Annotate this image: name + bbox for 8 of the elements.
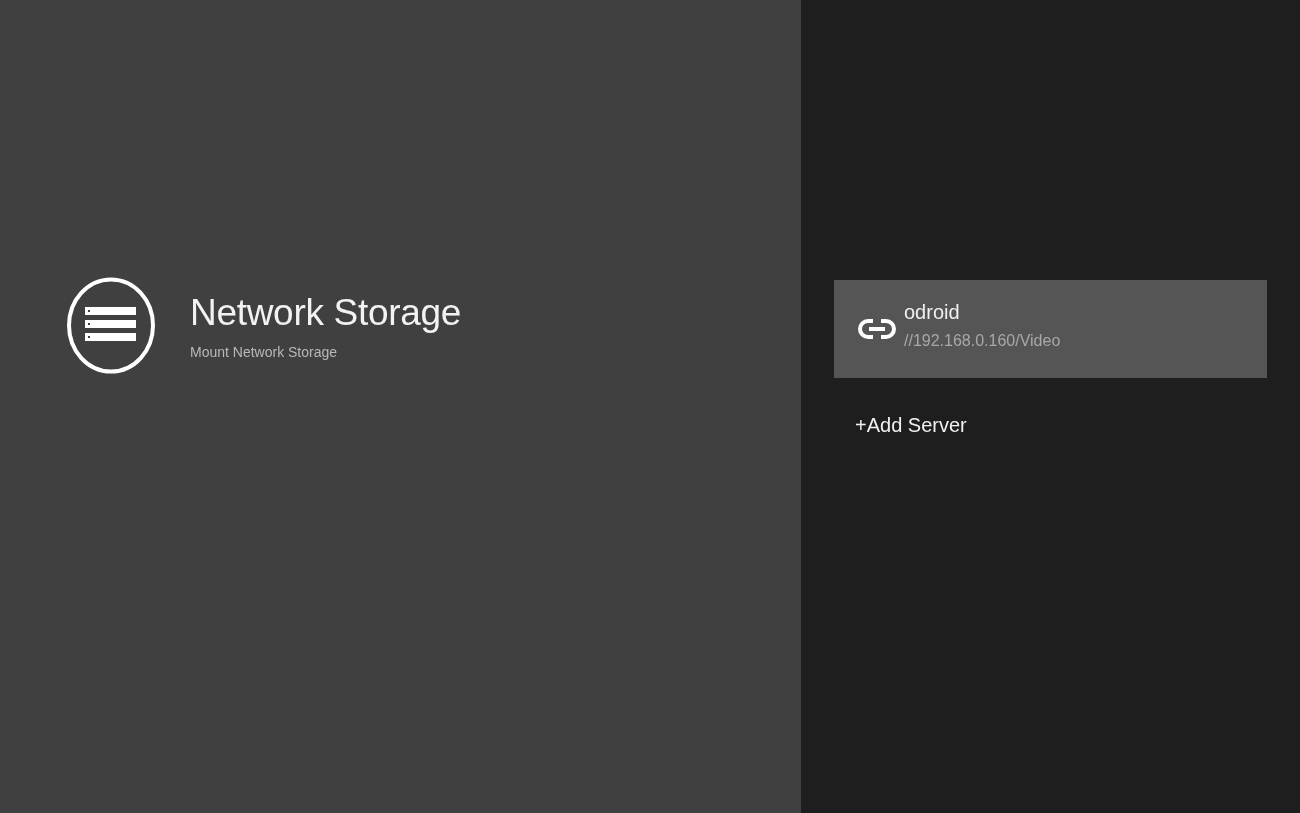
server-path: //192.168.0.160/Video xyxy=(904,331,1061,350)
server-stack-icon xyxy=(67,277,155,374)
link-icon xyxy=(858,318,896,340)
server-name: odroid xyxy=(904,300,961,324)
page-title: Network Storage xyxy=(190,291,462,334)
page-subtitle: Mount Network Storage xyxy=(190,343,339,360)
add-server-button[interactable]: +Add Server xyxy=(855,414,967,437)
server-item[interactable]: odroid //192.168.0.160/Video xyxy=(834,280,1267,378)
